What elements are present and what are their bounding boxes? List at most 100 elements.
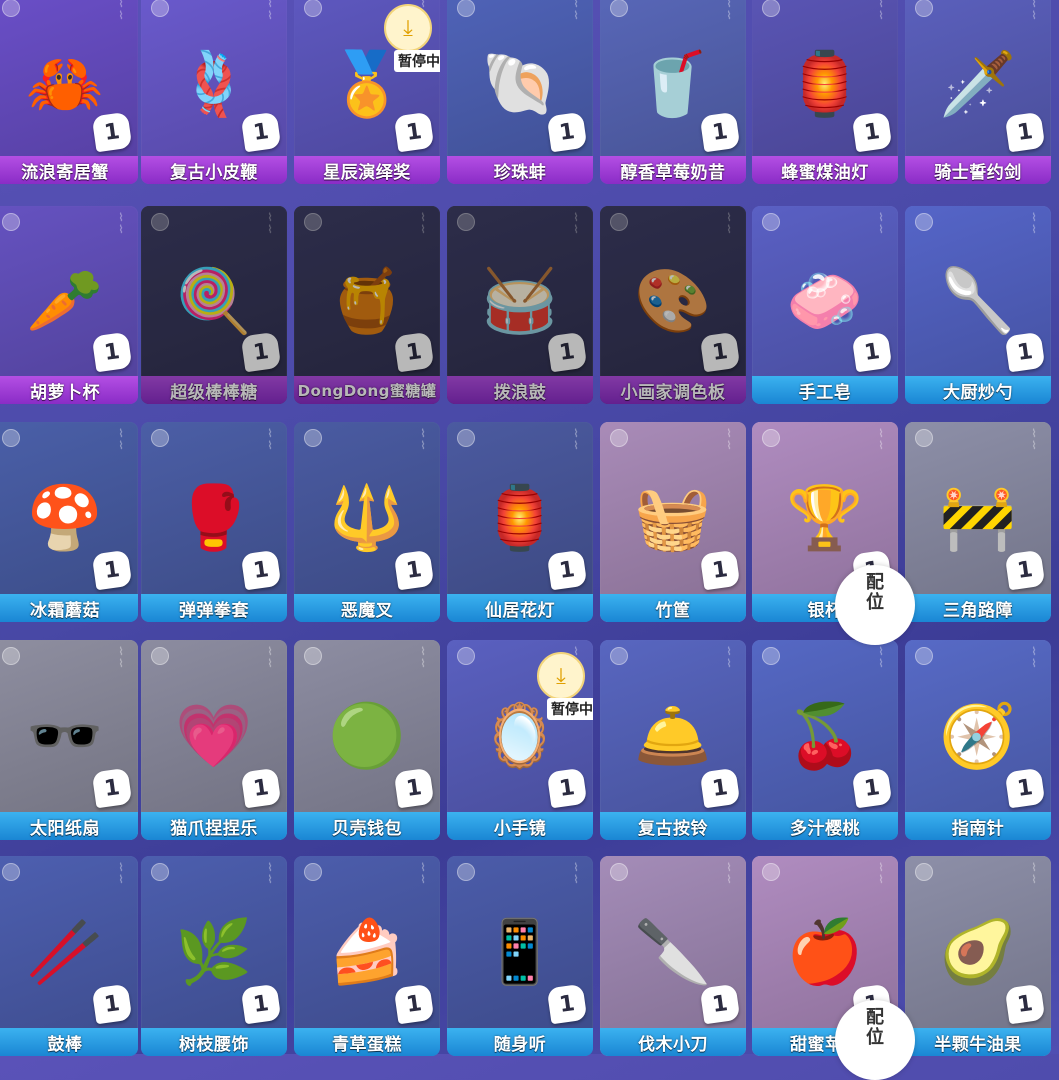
- count-badge: 1: [1004, 331, 1046, 373]
- item-name: 仙居花灯: [447, 594, 593, 622]
- brand-mark-icon: ⌇⌇: [878, 861, 884, 886]
- item-card[interactable]: ⌇ ⌇ 💗 1 猫爪捏捏乐: [141, 640, 287, 840]
- item-card[interactable]: ⌇ ⌇ 🏮 1 蜂蜜煤油灯: [752, 0, 898, 184]
- count-badge: 1: [393, 983, 435, 1025]
- count-badge: 1: [393, 549, 435, 591]
- count-badge: 1: [240, 983, 282, 1025]
- brand-mark-icon: ⌇⌇: [267, 861, 273, 886]
- item-card[interactable]: ⌇ ⌇ 🥕 1 胡萝卜杯: [0, 206, 138, 404]
- item-card[interactable]: ⌇ ⌇ 🌿 1 树枝腰饰: [141, 856, 287, 1056]
- coin-icon: [151, 213, 169, 231]
- heart-glasses-icon: 💗: [175, 699, 253, 772]
- item-card[interactable]: ⌇ ⌇ 🐚 1 珍珠蚌: [447, 0, 593, 184]
- count-badge: 1: [699, 549, 741, 591]
- item-name: 复古按铃: [600, 812, 746, 840]
- item-card[interactable]: ⌇ ⌇ 🪢 1 复古小皮鞭: [141, 0, 287, 184]
- item-card[interactable]: ⌇ ⌇ 🔪 1 伐木小刀: [600, 856, 746, 1056]
- count-badge: 1: [1004, 767, 1046, 809]
- item-card[interactable]: ⌇ ⌇ 🧺 1 竹筐: [600, 422, 746, 622]
- item-card[interactable]: ⌇⌇🏅1星辰演绎奖⤓暂停中: [294, 0, 440, 184]
- pearl-clam-icon: 🐚: [481, 47, 559, 121]
- item-name: 伐木小刀: [600, 1028, 746, 1056]
- avocado-icon: 🥑: [939, 915, 1017, 988]
- item-card[interactable]: ⌇ ⌇ 🟢 1 贝壳钱包: [294, 640, 440, 840]
- item-card[interactable]: ⌇ ⌇ 🍒 1 多汁樱桃: [752, 640, 898, 840]
- sword-icon: 🗡️: [939, 47, 1017, 121]
- item-card[interactable]: ⌇ ⌇ 🍯 1 DongDong蜜糖罐: [294, 206, 440, 404]
- brand-mark-icon: ⌇⌇: [420, 861, 426, 886]
- rattle-drum-icon: 🥁: [481, 264, 559, 338]
- coin-icon: [915, 863, 933, 881]
- paused-download-indicator[interactable]: ⤓ 暂停中: [370, 4, 440, 84]
- item-card[interactable]: ⌇ ⌇ 🕶️ 1 太阳纸扇: [0, 640, 138, 840]
- drumstick-icon: 🥢: [26, 915, 104, 988]
- item-name: 青草蛋糕: [294, 1028, 440, 1056]
- floating-config-button[interactable]: 配 位: [835, 565, 915, 645]
- item-name: 冰霜蘑菇: [0, 594, 138, 622]
- brand-mark-icon: ⌇⌇: [726, 211, 732, 236]
- item-card[interactable]: ⌇ ⌇ 🛎️ 1 复古按铃: [600, 640, 746, 840]
- item-card[interactable]: ⌇ ⌇ 🧼 1 手工皂: [752, 206, 898, 404]
- cherry-icon: 🍒: [786, 699, 864, 772]
- item-card[interactable]: ⌇ ⌇ 🥤 1 醇香草莓奶昔: [600, 0, 746, 184]
- item-card[interactable]: ⌇ ⌇ 🍰 1 青草蛋糕: [294, 856, 440, 1056]
- item-name: 猫爪捏捏乐: [141, 812, 287, 840]
- item-card[interactable]: ⌇ ⌇ 🥢 1 鼓棒: [0, 856, 138, 1056]
- count-badge: 1: [393, 767, 435, 809]
- item-name: 指南针: [905, 812, 1051, 840]
- brand-mark-icon: ⌇⌇: [267, 0, 273, 22]
- coin-icon: [915, 647, 933, 665]
- brand-mark-icon: ⌇⌇: [878, 211, 884, 236]
- item-card[interactable]: ⌇ ⌇ 🥄 1 大厨炒勺: [905, 206, 1051, 404]
- coin-icon: [457, 213, 475, 231]
- coin-icon: [2, 429, 20, 447]
- bell-icon: 🛎️: [634, 699, 712, 772]
- item-card[interactable]: ⌇ ⌇ 🥑 1 半颗牛油果: [905, 856, 1051, 1056]
- item-name: 大厨炒勺: [905, 376, 1051, 404]
- brand-mark-icon: ⌇⌇: [118, 645, 124, 670]
- palette-icon: 🎨: [634, 264, 712, 338]
- coin-icon: [457, 429, 475, 447]
- item-card[interactable]: ⌇ ⌇ 🚧 1 三角路障: [905, 422, 1051, 622]
- brand-mark-icon: ⌇⌇: [1031, 427, 1037, 452]
- count-badge: 1: [851, 111, 893, 153]
- count-badge: 1: [91, 111, 133, 153]
- brand-mark-icon: ⌇⌇: [420, 427, 426, 452]
- coin-icon: [610, 213, 628, 231]
- paused-label: 暂停中: [394, 50, 440, 72]
- item-card[interactable]: ⌇ ⌇ 🗡️ 1 骑士誓约剑: [905, 0, 1051, 184]
- brand-mark-icon: ⌇⌇: [420, 645, 426, 670]
- item-card[interactable]: ⌇ ⌇ 🍄 1 冰霜蘑菇: [0, 422, 138, 622]
- item-card[interactable]: ⌇⌇🪞1小手镜⤓暂停中: [447, 640, 593, 840]
- sunglasses-icon: 🕶️: [26, 699, 104, 772]
- count-badge: 1: [546, 983, 588, 1025]
- compass-icon: 🧭: [939, 699, 1017, 772]
- item-card[interactable]: ⌇ ⌇ 🎨 1 小画家调色板: [600, 206, 746, 404]
- item-name: 蜂蜜煤油灯: [752, 156, 898, 184]
- coin-icon: [457, 863, 475, 881]
- traffic-cone-icon: 🚧: [939, 481, 1017, 554]
- count-badge: 1: [91, 767, 133, 809]
- brand-mark-icon: ⌇⌇: [573, 211, 579, 236]
- item-card[interactable]: ⌇ ⌇ 📱 1 随身听: [447, 856, 593, 1056]
- item-card[interactable]: ⌇ ⌇ 🍭 1 超级棒棒糖: [141, 206, 287, 404]
- item-card[interactable]: ⌇ ⌇ 🥊 1 弹弹拳套: [141, 422, 287, 622]
- brand-mark-icon: ⌇⌇: [726, 427, 732, 452]
- count-badge: 1: [851, 767, 893, 809]
- coin-icon: [610, 647, 628, 665]
- coin-icon: [762, 647, 780, 665]
- coin-icon: [304, 429, 322, 447]
- brand-mark-icon: ⌇⌇: [878, 0, 884, 22]
- brand-mark-icon: ⌇⌇: [420, 211, 426, 236]
- item-card[interactable]: ⌇ ⌇ 🥁 1 拨浪鼓: [447, 206, 593, 404]
- item-card[interactable]: ⌇ ⌇ 🏮 1 仙居花灯: [447, 422, 593, 622]
- item-card[interactable]: ⌇ ⌇ 🦀 1 流浪寄居蟹: [0, 0, 138, 184]
- coin-icon: [915, 429, 933, 447]
- count-badge: 1: [91, 549, 133, 591]
- count-badge: 1: [546, 549, 588, 591]
- item-card[interactable]: ⌇ ⌇ 🔱 1 恶魔叉: [294, 422, 440, 622]
- paused-download-indicator[interactable]: ⤓ 暂停中: [523, 652, 593, 732]
- item-card[interactable]: ⌇ ⌇ 🧭 1 指南针: [905, 640, 1051, 840]
- floating-config-button[interactable]: 配 位: [835, 1000, 915, 1080]
- coin-icon: [610, 863, 628, 881]
